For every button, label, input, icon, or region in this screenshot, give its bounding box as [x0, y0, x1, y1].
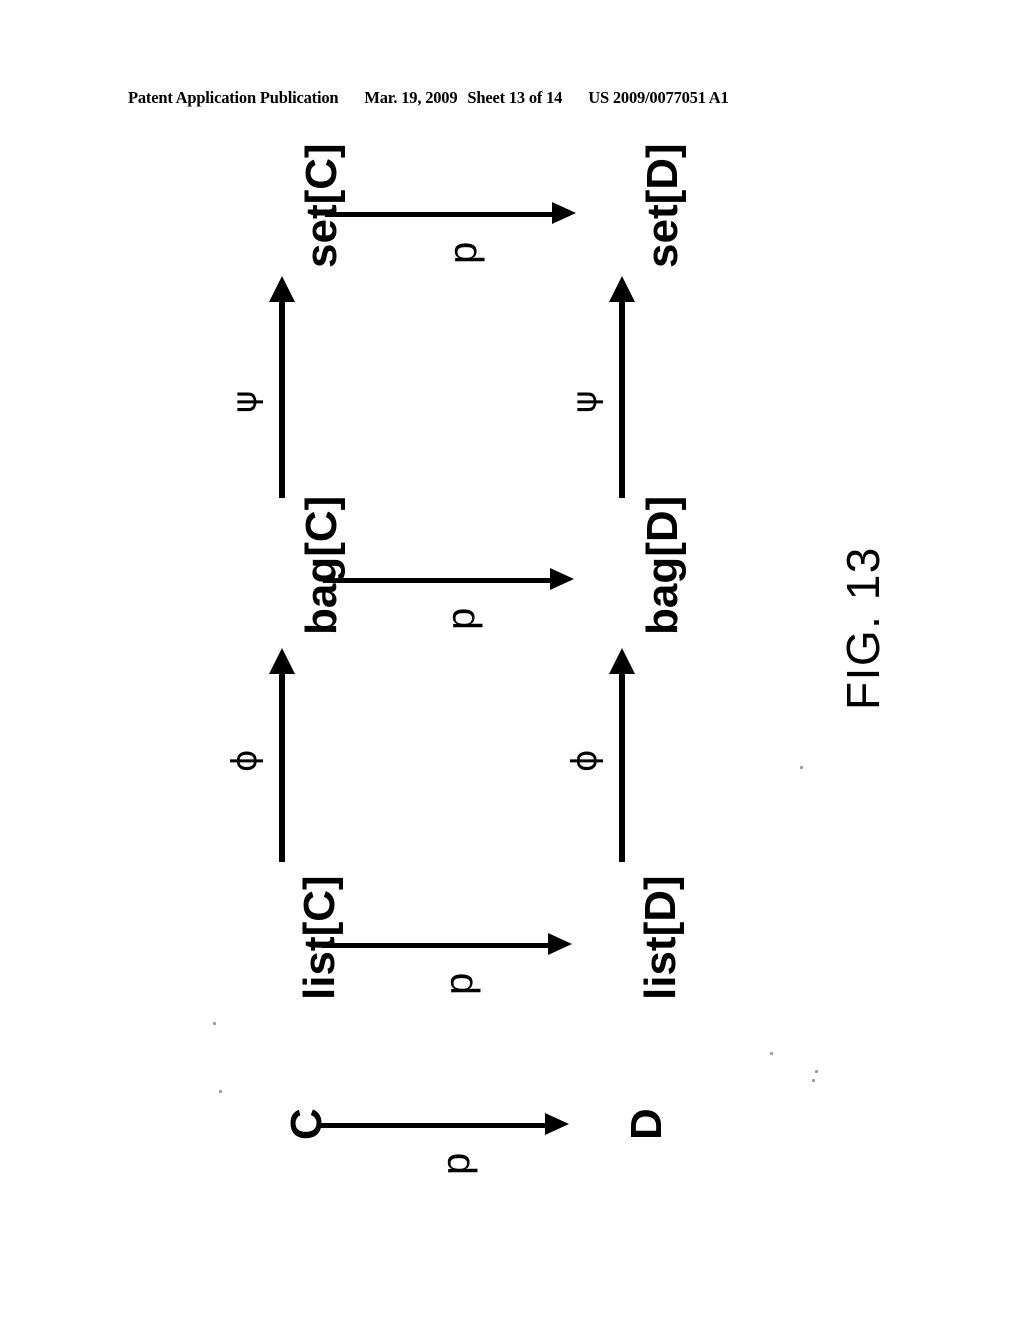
arrow-shaft-list-p [321, 943, 553, 948]
arrow-shaft-base-p [318, 1123, 550, 1128]
scan-speck [800, 766, 803, 769]
scan-speck [219, 1090, 222, 1093]
arrow-head-base-p [545, 1113, 569, 1135]
arrow-head-psi-right [609, 276, 635, 302]
morphism-label-psi-left: ψ [225, 390, 265, 413]
arrow-label-base-p: p [434, 1152, 478, 1175]
arrow-head-phi-left [269, 648, 295, 674]
arrow-head-set-p [552, 202, 576, 224]
arrow-head-phi-right [609, 648, 635, 674]
morphism-label-phi-right: ϕ [565, 749, 605, 772]
arrow-label-list-p: p [437, 972, 481, 995]
arrow-shaft-psi-right [619, 300, 625, 498]
arrow-shaft-phi-left [279, 672, 285, 862]
node-bag-d: bag[D] [638, 495, 687, 635]
node-bag-c: bag[C] [297, 495, 346, 635]
figure-13-diagram: set[C] p set[D] ψ ψ bag[C] p bag[D] ϕ ϕ … [0, 0, 1024, 1320]
node-set-c: set[C] [297, 143, 346, 268]
arrow-head-list-p [548, 933, 572, 955]
arrow-head-psi-left [269, 276, 295, 302]
scan-speck [213, 1022, 216, 1025]
scan-speck [815, 1070, 818, 1073]
node-list-d: list[D] [636, 875, 685, 1000]
node-base-d: D [622, 1108, 671, 1140]
scan-speck [770, 1052, 773, 1055]
node-list-c: list[C] [295, 875, 344, 1000]
arrow-label-set-p: p [441, 241, 485, 264]
morphism-label-psi-right: ψ [565, 390, 605, 413]
node-set-d: set[D] [638, 143, 687, 268]
arrow-shaft-psi-left [279, 300, 285, 498]
arrow-head-bag-p [550, 568, 574, 590]
morphism-label-phi-left: ϕ [225, 749, 265, 772]
arrow-label-bag-p: p [439, 607, 483, 630]
scan-speck [812, 1079, 815, 1082]
figure-caption: FIG. 13 [837, 546, 889, 710]
arrow-shaft-set-p [325, 212, 557, 217]
arrow-shaft-bag-p [323, 578, 555, 583]
arrow-shaft-phi-right [619, 672, 625, 862]
patent-page: Patent Application Publication Mar. 19, … [0, 0, 1024, 1320]
